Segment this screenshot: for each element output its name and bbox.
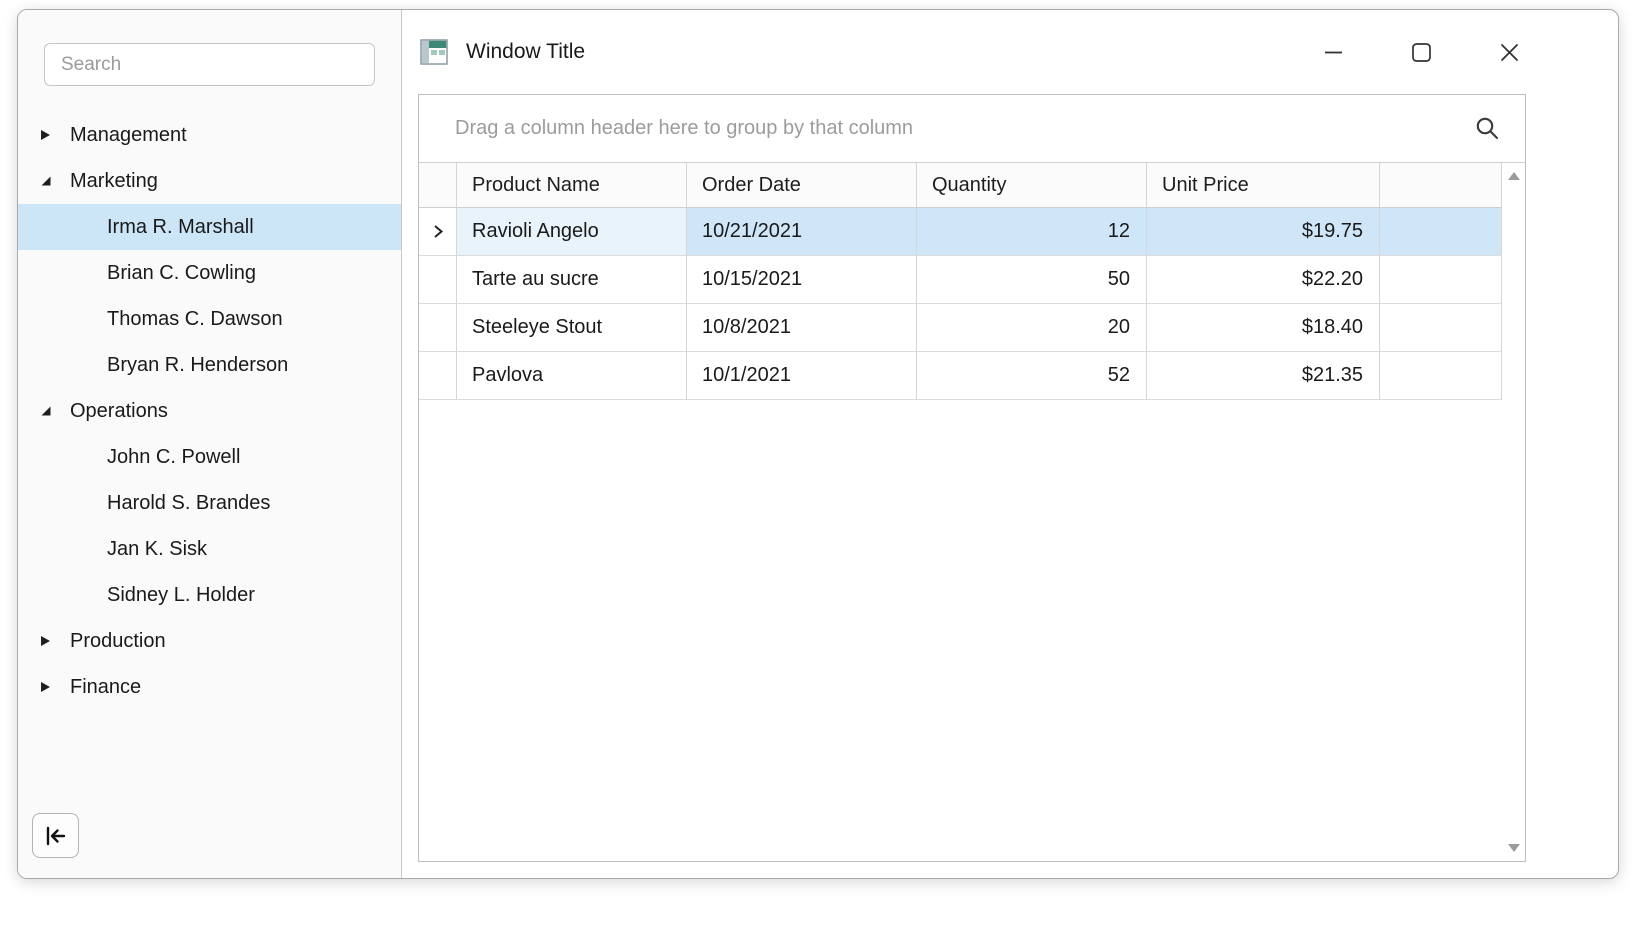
tree-item-label: Bryan R. Henderson xyxy=(107,354,288,377)
close-icon xyxy=(1500,43,1519,62)
tree-item-brian-c-cowling[interactable]: Brian C. Cowling xyxy=(18,250,401,296)
main-area: Window Title xyxy=(402,10,1618,878)
grid-header-row: Product Name Order Date Quantity Unit Pr… xyxy=(419,163,1502,208)
app-icon xyxy=(420,39,448,65)
tree-group-operations[interactable]: Operations xyxy=(18,388,401,434)
tree-item-irma-r-marshall[interactable]: Irma R. Marshall xyxy=(18,204,401,250)
tree-group-label: Marketing xyxy=(70,170,158,193)
sidebar: Management Marketing Irma R. Marshall Br… xyxy=(18,10,402,878)
minimize-button[interactable] xyxy=(1304,27,1362,77)
tree-item-label: Brian C. Cowling xyxy=(107,262,256,285)
app-window: Management Marketing Irma R. Marshall Br… xyxy=(17,9,1619,879)
group-by-panel[interactable]: Drag a column header here to group by th… xyxy=(419,95,1525,163)
grid-table: Product Name Order Date Quantity Unit Pr… xyxy=(419,163,1502,861)
tree-item-jan-k-sisk[interactable]: Jan K. Sisk xyxy=(18,526,401,572)
grid-row-ravioli-angelo[interactable]: Ravioli Angelo 10/21/2021 12 $19.75 xyxy=(419,208,1502,256)
expand-column-header xyxy=(419,163,457,207)
tree-group-marketing[interactable]: Marketing xyxy=(18,158,401,204)
tree-item-label: John C. Powell xyxy=(107,446,240,469)
cell-order-date[interactable]: 10/15/2021 xyxy=(687,256,917,303)
tree-item-label: Harold S. Brandes xyxy=(107,492,270,515)
tree-group-management[interactable]: Management xyxy=(18,112,401,158)
grid-body: Product Name Order Date Quantity Unit Pr… xyxy=(419,163,1525,861)
row-expand-chevron-icon xyxy=(429,222,447,241)
tree-item-label: Thomas C. Dawson xyxy=(107,308,283,331)
cell-product-name[interactable]: Pavlova xyxy=(457,352,687,399)
row-expand-button[interactable] xyxy=(419,256,457,303)
cell-quantity[interactable]: 50 xyxy=(917,256,1147,303)
desktop: Management Marketing Irma R. Marshall Br… xyxy=(0,0,1636,936)
search-input[interactable] xyxy=(45,54,374,76)
tree-group-label: Production xyxy=(70,630,166,653)
cell-filler xyxy=(1380,256,1502,303)
cell-filler xyxy=(1380,352,1502,399)
window-controls xyxy=(1304,27,1538,77)
collapse-sidebar-button[interactable] xyxy=(32,813,79,858)
tree-item-label: Irma R. Marshall xyxy=(107,216,254,239)
collapse-sidebar-icon xyxy=(44,825,68,847)
tree-item-bryan-r-henderson[interactable]: Bryan R. Henderson xyxy=(18,342,401,388)
cell-order-date[interactable]: 10/21/2021 xyxy=(687,208,917,255)
tree-item-thomas-c-dawson[interactable]: Thomas C. Dawson xyxy=(18,296,401,342)
grid-row-pavlova[interactable]: Pavlova 10/1/2021 52 $21.35 xyxy=(419,352,1502,400)
maximize-button[interactable] xyxy=(1392,27,1450,77)
filler-column-header xyxy=(1380,163,1502,207)
tree-group-production[interactable]: Production xyxy=(18,618,401,664)
row-expand-button[interactable] xyxy=(419,304,457,351)
column-header-quantity[interactable]: Quantity xyxy=(917,163,1147,207)
cell-quantity[interactable]: 12 xyxy=(917,208,1147,255)
cell-filler xyxy=(1380,304,1502,351)
tree-group-label: Finance xyxy=(70,676,141,699)
cell-order-date[interactable]: 10/8/2021 xyxy=(687,304,917,351)
cell-quantity[interactable]: 52 xyxy=(917,352,1147,399)
tree-collapsed-icon[interactable] xyxy=(40,129,70,141)
row-expand-button[interactable] xyxy=(419,208,457,255)
window-title: Window Title xyxy=(466,40,585,64)
employee-tree: Management Marketing Irma R. Marshall Br… xyxy=(18,112,401,710)
tree-collapsed-icon[interactable] xyxy=(40,635,70,647)
search-box[interactable] xyxy=(44,43,375,86)
tree-expanded-icon[interactable] xyxy=(40,175,70,187)
maximize-icon xyxy=(1412,43,1431,62)
grid-search-button[interactable] xyxy=(1465,107,1509,151)
grid-row-tarte-au-sucre[interactable]: Tarte au sucre 10/15/2021 50 $22.20 xyxy=(419,256,1502,304)
tree-group-label: Operations xyxy=(70,400,168,423)
column-header-order-date[interactable]: Order Date xyxy=(687,163,917,207)
row-expand-button[interactable] xyxy=(419,352,457,399)
cell-unit-price[interactable]: $22.20 xyxy=(1147,256,1380,303)
cell-product-name[interactable]: Tarte au sucre xyxy=(457,256,687,303)
cell-order-date[interactable]: 10/1/2021 xyxy=(687,352,917,399)
tree-item-harold-s-brandes[interactable]: Harold S. Brandes xyxy=(18,480,401,526)
tree-item-john-c-powell[interactable]: John C. Powell xyxy=(18,434,401,480)
scroll-down-icon[interactable] xyxy=(1508,844,1520,852)
cell-unit-price[interactable]: $18.40 xyxy=(1147,304,1380,351)
group-panel-hint: Drag a column header here to group by th… xyxy=(455,117,913,140)
tree-group-label: Management xyxy=(70,124,187,147)
tree-item-label: Sidney L. Holder xyxy=(107,584,255,607)
cell-unit-price[interactable]: $19.75 xyxy=(1147,208,1380,255)
cell-filler xyxy=(1380,208,1502,255)
search-icon xyxy=(1474,115,1501,142)
cell-quantity[interactable]: 20 xyxy=(917,304,1147,351)
scroll-up-icon[interactable] xyxy=(1508,172,1520,180)
column-header-product-name[interactable]: Product Name xyxy=(457,163,687,207)
titlebar[interactable]: Window Title xyxy=(402,10,1618,94)
orders-data-grid: Drag a column header here to group by th… xyxy=(418,94,1526,862)
close-button[interactable] xyxy=(1480,27,1538,77)
column-header-unit-price[interactable]: Unit Price xyxy=(1147,163,1380,207)
grid-row-steeleye-stout[interactable]: Steeleye Stout 10/8/2021 20 $18.40 xyxy=(419,304,1502,352)
cell-product-name[interactable]: Steeleye Stout xyxy=(457,304,687,351)
minimize-icon xyxy=(1325,51,1342,54)
tree-collapsed-icon[interactable] xyxy=(40,681,70,693)
tree-item-sidney-l-holder[interactable]: Sidney L. Holder xyxy=(18,572,401,618)
tree-group-finance[interactable]: Finance xyxy=(18,664,401,710)
cell-unit-price[interactable]: $21.35 xyxy=(1147,352,1380,399)
cell-product-name[interactable]: Ravioli Angelo xyxy=(457,208,687,255)
tree-item-label: Jan K. Sisk xyxy=(107,538,207,561)
tree-expanded-icon[interactable] xyxy=(40,405,70,417)
vertical-scrollbar[interactable] xyxy=(1502,163,1525,861)
